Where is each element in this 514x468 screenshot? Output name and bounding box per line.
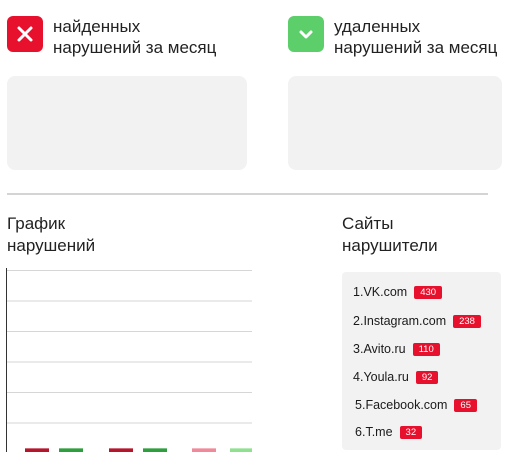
chart-section-title: График нарушений: [7, 213, 95, 257]
removed-label-line2: нарушений за месяц: [334, 38, 498, 57]
site-name: 1.VK.com: [353, 285, 408, 299]
list-item[interactable]: 6.T.me 32: [355, 425, 423, 439]
removed-violations-box: [288, 76, 502, 170]
sites-title-line2: нарушители: [342, 236, 438, 255]
count-badge: 92: [415, 370, 439, 384]
sites-title-line1: Сайты: [342, 214, 394, 233]
count-badge: 110: [412, 342, 440, 356]
list-item[interactable]: 5.Facebook.com 65: [355, 398, 477, 412]
count-badge: 32: [399, 425, 423, 439]
found-label-line2: нарушений за месяц: [53, 38, 217, 57]
list-item[interactable]: 1.VK.com 430: [353, 285, 443, 299]
violations-chart: [6, 268, 252, 452]
chart-bar: [192, 448, 216, 452]
site-name: 2.Instagram.com: [353, 314, 447, 328]
chart-title-line1: График: [7, 214, 66, 233]
chevron-down-icon: [288, 16, 324, 52]
list-item[interactable]: 2.Instagram.com 238: [353, 314, 481, 328]
chart-bar: [25, 448, 49, 452]
list-item[interactable]: 3.Avito.ru 110: [353, 342, 440, 356]
site-name: 5.Facebook.com: [355, 398, 448, 412]
site-name: 4.Youla.ru: [353, 370, 409, 384]
chart-title-line2: нарушений: [7, 236, 96, 255]
count-badge: 238: [453, 314, 481, 328]
chart-bar: [59, 448, 83, 452]
close-icon: [7, 16, 43, 52]
count-badge: 430: [414, 285, 443, 299]
sites-list: 1.VK.com 430 2.Instagram.com 238 3.Avito…: [342, 272, 501, 450]
site-name: 3.Avito.ru: [353, 342, 406, 356]
removed-violations-header: удаленных нарушений за месяц: [288, 16, 497, 58]
count-badge: 65: [454, 398, 477, 412]
removed-violations-label: удаленных нарушений за месяц: [334, 16, 497, 58]
site-name: 6.T.me: [355, 425, 393, 439]
chart-bar: [143, 448, 167, 452]
found-violations-box: [7, 76, 247, 170]
section-divider: [7, 193, 488, 195]
found-violations-label: найденных нарушений за месяц: [53, 16, 216, 58]
chart-bar: [109, 448, 133, 452]
list-item[interactable]: 4.Youla.ru 92: [353, 370, 439, 384]
chart-bar: [230, 448, 252, 452]
found-label-line1: найденных: [53, 17, 141, 36]
removed-label-line1: удаленных: [334, 17, 421, 36]
found-violations-header: найденных нарушений за месяц: [7, 16, 216, 58]
sites-section-title: Сайты нарушители: [342, 213, 438, 257]
